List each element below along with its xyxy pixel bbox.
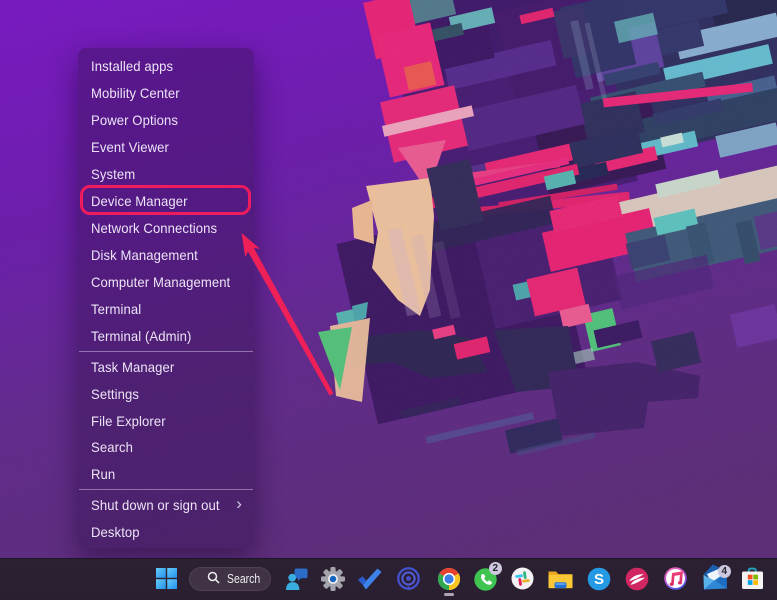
svg-text:S: S: [593, 571, 603, 588]
